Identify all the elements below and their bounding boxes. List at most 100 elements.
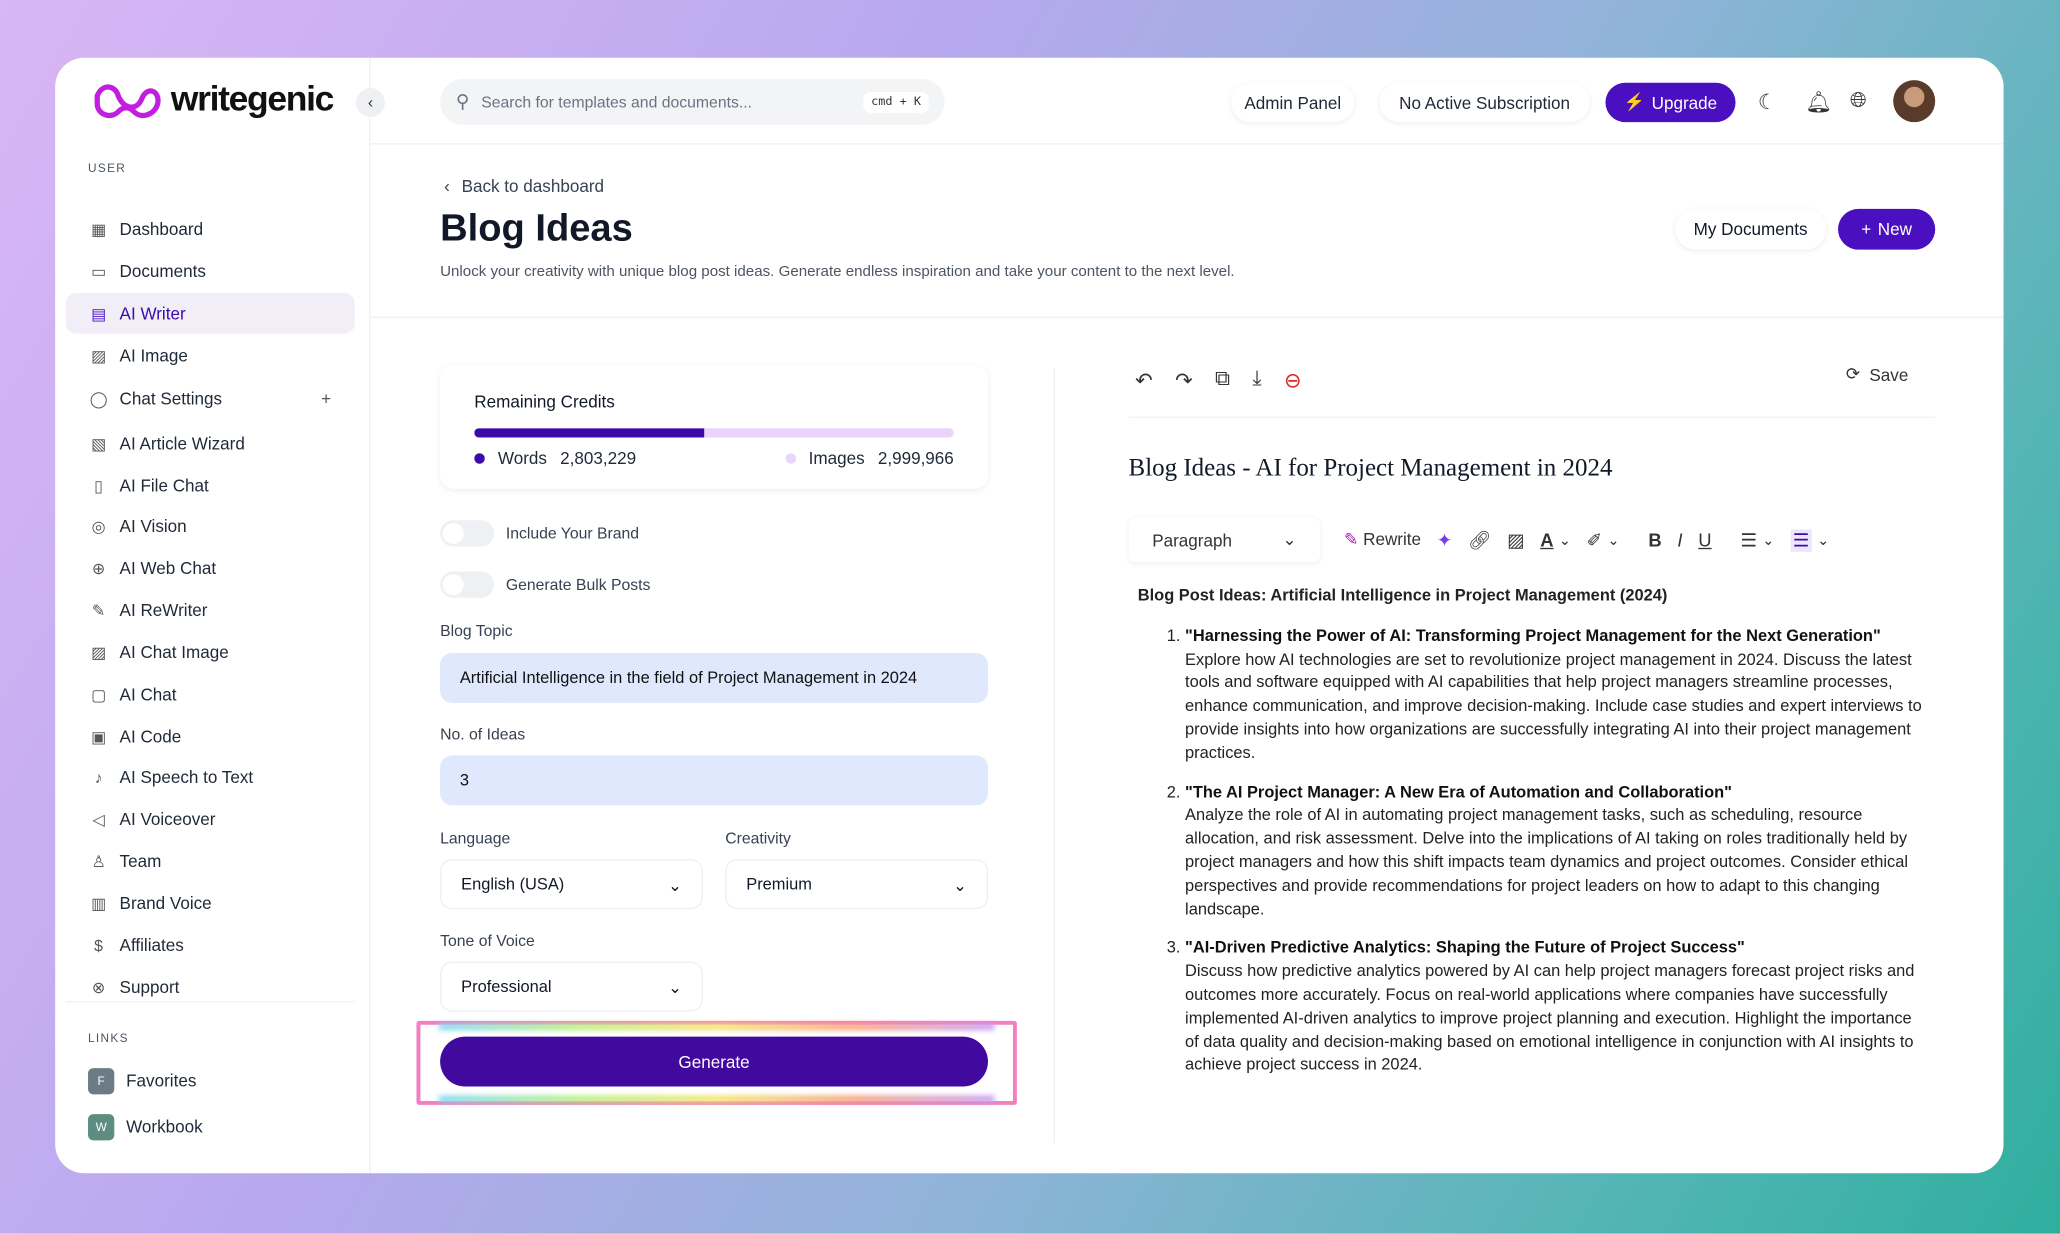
chevron-down-icon[interactable]: ⌄ (1817, 531, 1829, 549)
sidebar-item-ai-article-wizard[interactable]: ▧ AI Article Wizard (66, 423, 355, 464)
idea-body: Discuss how predictive analytics powered… (1185, 961, 1915, 1074)
italic-icon[interactable]: I (1677, 529, 1682, 550)
search-input[interactable]: ⚲ Search for templates and documents... … (440, 78, 945, 125)
redo-icon[interactable]: ↷ (1175, 368, 1193, 394)
image-icon: ▨ (91, 346, 106, 365)
new-button[interactable]: + New (1838, 208, 1936, 250)
images-dot (785, 452, 796, 464)
sidebar-item-ai-chat[interactable]: ▢ AI Chat (66, 674, 355, 715)
sidebar-item-team[interactable]: ♙ Team (66, 841, 355, 882)
sidebar-item-label: Dashboard (119, 219, 204, 240)
bullet-list-icon[interactable]: ☰ (1741, 529, 1758, 551)
sidebar-item-label: AI Web Chat (119, 558, 217, 579)
idea-title: "The AI Project Manager: A New Era of Au… (1185, 782, 1732, 801)
copy-icon[interactable]: ⧉ (1215, 368, 1230, 394)
sidebar-item-ai-file-chat[interactable]: ▯ AI File Chat (66, 465, 355, 506)
toggle-switch[interactable] (440, 571, 494, 598)
sparkle-icon[interactable]: ✦ (1437, 529, 1452, 551)
tone-select[interactable]: Professional ⌄ (440, 961, 703, 1012)
words-dot (474, 452, 485, 464)
upgrade-label: Upgrade (1651, 92, 1718, 113)
plus-icon: + (1861, 219, 1872, 240)
sidebar-item-ai-rewriter[interactable]: ✎ AI ReWriter (66, 590, 355, 631)
toggle-switch[interactable] (440, 520, 494, 547)
sidebar-item-label: Team (119, 851, 162, 872)
tone-value: Professional (461, 977, 552, 996)
bell-icon[interactable]: 🔔︎ (1805, 89, 1832, 115)
format-toolbar: Paragraph ⌄ ✎ Rewrite ✦ 🔗︎ ▨ A ⌄ ✐ ⌄ B I U … (1129, 518, 1829, 563)
sidebar-item-ai-speech-to-text[interactable]: ♪ AI Speech to Text (66, 757, 355, 798)
underline-icon[interactable]: U (1698, 529, 1711, 550)
image-icon[interactable]: ▨ (1507, 529, 1524, 551)
admin-panel-button[interactable]: Admin Panel (1231, 82, 1355, 123)
link-favorites[interactable]: F Favorites (66, 1060, 355, 1101)
plus-icon[interactable]: + (321, 389, 331, 409)
sidebar-item-label: AI Chat Image (119, 642, 229, 663)
sidebar-item-ai-chat-image[interactable]: ▨ AI Chat Image (66, 632, 355, 673)
sidebar-item-label: AI Code (119, 726, 182, 747)
creativity-select[interactable]: Premium ⌄ (725, 859, 988, 910)
shortcut-hint: cmd + K (863, 91, 929, 113)
upgrade-button[interactable]: ⚡ Upgrade (1605, 82, 1736, 123)
sidebar-item-documents[interactable]: ▭ Documents (66, 251, 355, 292)
link-icon[interactable]: 🔗︎ (1468, 529, 1491, 551)
text-color-icon[interactable]: A (1540, 529, 1553, 550)
block-type-select[interactable]: Paragraph ⌄ (1129, 518, 1321, 563)
chevron-down-icon[interactable]: ⌄ (1607, 531, 1619, 549)
sidebar-item-brand-voice[interactable]: ▥ Brand Voice (66, 883, 355, 924)
sidebar-item-chat-settings[interactable]: ◯ Chat Settings + (66, 378, 355, 419)
idea-item: "Harnessing the Power of AI: Transformin… (1185, 625, 1926, 765)
images-value: 2,999,966 (877, 448, 954, 468)
sidebar-item-dashboard[interactable]: ▦ Dashboard (66, 209, 355, 250)
my-documents-button[interactable]: My Documents (1675, 209, 1826, 250)
chevron-down-icon: ⌄ (953, 875, 967, 895)
moon-icon[interactable]: ☾ (1758, 89, 1777, 115)
topic-input[interactable]: Artificial Intelligence in the field of … (440, 652, 988, 703)
subscription-button[interactable]: No Active Subscription (1379, 82, 1590, 123)
sidebar-item-ai-writer[interactable]: ▤ AI Writer (65, 292, 355, 334)
numbered-list-icon[interactable]: ☰ (1790, 528, 1812, 552)
chevron-down-icon[interactable]: ⌄ (1762, 531, 1774, 549)
creativity-label: Creativity (725, 829, 791, 848)
globe-icon[interactable]: 🌐︎ (1850, 89, 1867, 113)
sidebar-item-affiliates[interactable]: $ Affiliates (66, 925, 355, 966)
chat-icon: ◯ (89, 389, 108, 408)
bold-icon[interactable]: B (1648, 529, 1661, 550)
highlight-icon[interactable]: ✐ (1587, 529, 1602, 551)
ideas-input[interactable]: 3 (440, 755, 988, 806)
lifebuoy-icon: ⊗ (91, 978, 106, 997)
chevron-down-icon[interactable]: ⌄ (1559, 531, 1571, 549)
avatar[interactable] (1893, 80, 1936, 123)
save-button[interactable]: ⟳ Save (1846, 364, 1908, 385)
document-title[interactable]: Blog Ideas - AI for Project Management i… (1129, 455, 1613, 484)
document-heading: Blog Post Ideas: Artificial Intelligence… (1137, 585, 1668, 605)
link-workbook[interactable]: W Workbook (66, 1106, 355, 1147)
bulk-posts-toggle[interactable]: Generate Bulk Posts (440, 571, 650, 598)
sidebar-item-label: AI ReWriter (119, 600, 208, 621)
include-brand-toggle[interactable]: Include Your Brand (440, 520, 639, 547)
sidebar-item-ai-image[interactable]: ▨ AI Image (66, 335, 355, 376)
language-value: English (USA) (461, 874, 565, 894)
remove-icon[interactable]: ⊖ (1284, 368, 1302, 394)
logo[interactable]: writegenic (92, 79, 334, 120)
sidebar-item-ai-vision[interactable]: ◎ AI Vision (66, 506, 355, 547)
back-link[interactable]: ‹ Back to dashboard (444, 176, 604, 196)
sidebar-item-ai-code[interactable]: ▣ AI Code (66, 716, 355, 757)
generate-button[interactable]: Generate (440, 1036, 988, 1087)
editor-toolbar: ↶ ↷ ⧉ ⤓ ⊖ (1135, 368, 1302, 394)
images-label: Images (808, 448, 865, 468)
download-icon[interactable]: ⤓ (1252, 368, 1261, 394)
language-select[interactable]: English (USA) ⌄ (440, 859, 703, 910)
sidebar-item-label: Support (119, 977, 180, 998)
sidebar-item-label: AI Chat (119, 684, 177, 705)
app-window: writegenic ‹ USER ▦ Dashboard ▭ Documents ▤ A… (55, 57, 2004, 1174)
sidebar-item-label: AI Vision (119, 516, 187, 537)
document-body[interactable]: Blog Post Ideas: Artificial Intelligence… (1138, 585, 1926, 1094)
divider (370, 316, 2004, 318)
sidebar-item-ai-web-chat[interactable]: ⊕ AI Web Chat (66, 548, 355, 589)
undo-icon[interactable]: ↶ (1135, 368, 1153, 394)
sidebar-item-label: AI Speech to Text (119, 767, 254, 787)
chevron-left-icon: ‹ (444, 176, 450, 196)
sidebar-item-ai-voiceover[interactable]: ◁ AI Voiceover (66, 799, 355, 840)
rewrite-button[interactable]: ✎ Rewrite (1344, 529, 1421, 550)
